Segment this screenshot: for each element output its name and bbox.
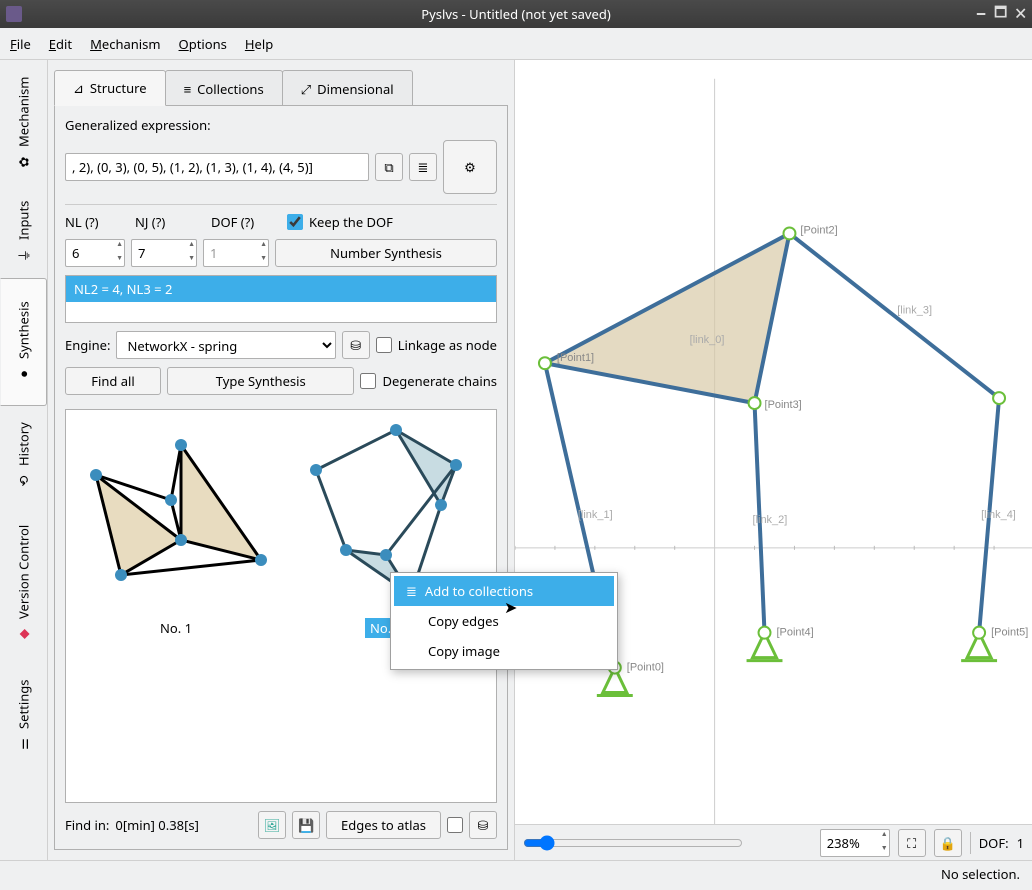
- up-icon[interactable]: ▲: [881, 831, 888, 839]
- dof-label-canvas: DOF:: [979, 834, 1009, 852]
- up-icon[interactable]: ▲: [188, 241, 195, 249]
- svg-text:[link_0]: [link_0]: [690, 334, 725, 346]
- down-icon[interactable]: ▼: [116, 255, 123, 263]
- svg-text:[link_4]: [link_4]: [981, 509, 1016, 521]
- gear-icon: ✿: [15, 157, 33, 168]
- menu-mechanism[interactable]: Mechanism: [90, 35, 160, 53]
- synthesis-panel: ⊿Structure ≡Collections ⤢Dimensional Gen…: [48, 60, 514, 860]
- save-button[interactable]: 💾: [292, 811, 320, 839]
- menu-help[interactable]: Help: [245, 35, 273, 53]
- find-in-label: Find in:: [65, 816, 109, 834]
- atlas-checkbox[interactable]: [447, 817, 463, 833]
- svg-text:[link_3]: [link_3]: [897, 304, 932, 316]
- context-copy-edges[interactable]: Copy edges: [394, 606, 614, 636]
- nj-label: NJ (?): [135, 213, 165, 231]
- degenerate-label: Degenerate chains: [382, 372, 497, 390]
- dot-icon: ●: [14, 370, 32, 378]
- context-menu: ≣Add to collections Copy edges Copy imag…: [390, 572, 618, 670]
- number-synthesis-button[interactable]: Number Synthesis: [275, 239, 497, 267]
- status-bar: No selection.: [0, 860, 1032, 886]
- nl-label: NL (?): [65, 213, 99, 231]
- svg-text:[Point2]: [Point2]: [800, 224, 837, 236]
- edges-atlas-button[interactable]: Edges to atlas: [326, 811, 441, 839]
- clock-icon: ⟲: [15, 475, 33, 486]
- result-item[interactable]: NL2 = 4, NL3 = 2: [66, 276, 496, 302]
- sidebar-tab-synthesis[interactable]: ●Synthesis: [0, 278, 47, 406]
- close-icon[interactable]: 🗙: [1015, 2, 1026, 26]
- titlebar: Pyslvs - Untitled (not yet saved) 🗕 🗖 🗙: [0, 0, 1032, 28]
- measure-icon: ⤢: [301, 80, 311, 98]
- dof-label: DOF (?): [211, 213, 254, 231]
- db2-button[interactable]: ⛁: [469, 811, 497, 839]
- thumbnail-caption: No. 1: [155, 618, 197, 638]
- stack-button[interactable]: ≣: [409, 153, 437, 181]
- svg-text:[Point3]: [Point3]: [765, 399, 802, 411]
- svg-text:[link_2]: [link_2]: [753, 514, 788, 526]
- dof-value-canvas: 1: [1017, 834, 1024, 852]
- db-button[interactable]: ⛁: [342, 331, 370, 359]
- status-text: No selection.: [941, 865, 1020, 883]
- down-icon: ▼: [260, 255, 267, 263]
- degenerate-checkbox[interactable]: [360, 373, 376, 389]
- context-add-collections[interactable]: ≣Add to collections: [394, 576, 614, 606]
- app-icon: [6, 6, 22, 22]
- up-icon: ▲: [260, 241, 267, 249]
- sidebar-tab-version[interactable]: ◆Version Control: [0, 506, 47, 661]
- find-all-button[interactable]: Find all: [65, 367, 161, 395]
- sidebar-tab-mechanism[interactable]: ✿Mechanism: [0, 60, 47, 188]
- image-button[interactable]: 🖼: [258, 811, 286, 839]
- find-in-value: 0[min] 0.38[s]: [115, 816, 199, 834]
- thumbnail-1[interactable]: No. 1: [76, 420, 276, 638]
- results-list[interactable]: NL2 = 4, NL3 = 2: [65, 275, 497, 323]
- sidebar-tabs: ✿Mechanism ⏚Inputs ●Synthesis ⟲History ◆…: [0, 60, 48, 860]
- tab-collections[interactable]: ≡Collections: [165, 70, 283, 106]
- svg-text:[Point4]: [Point4]: [776, 627, 813, 639]
- svg-text:[Point5]: [Point5]: [991, 627, 1028, 639]
- maximize-icon[interactable]: 🗖: [994, 2, 1007, 26]
- menubar: File Edit Mechanism Options Help: [0, 28, 1032, 60]
- engine-select[interactable]: NetworkX - spring: [116, 331, 335, 359]
- context-copy-image[interactable]: Copy image: [394, 636, 614, 666]
- window-title: Pyslvs - Untitled (not yet saved): [421, 5, 610, 23]
- gen-expr-input[interactable]: [65, 153, 369, 181]
- linkage-label: Linkage as node: [398, 336, 497, 354]
- sidebar-tab-inputs[interactable]: ⏚Inputs: [0, 188, 47, 278]
- type-synthesis-button[interactable]: Type Synthesis: [167, 367, 354, 395]
- engine-label: Engine:: [65, 336, 110, 354]
- lock-button[interactable]: 🔒: [934, 829, 962, 857]
- menu-edit[interactable]: Edit: [49, 35, 72, 53]
- svg-text:[Point0]: [Point0]: [627, 662, 664, 674]
- stack-icon: ≡: [184, 80, 192, 98]
- fit-button[interactable]: ⛶: [898, 829, 926, 857]
- menu-options[interactable]: Options: [179, 35, 227, 53]
- svg-text:[Point1]: [Point1]: [557, 352, 594, 364]
- zoom-input[interactable]: [820, 829, 890, 857]
- down-icon[interactable]: ▼: [881, 845, 888, 853]
- menu-file[interactable]: File: [10, 35, 31, 53]
- gear-icon: ⚙: [464, 158, 476, 176]
- up-icon[interactable]: ▲: [116, 241, 123, 249]
- sidebar-tab-settings[interactable]: ⚌Settings: [0, 661, 47, 771]
- keep-dof-checkbox[interactable]: [287, 214, 303, 230]
- tab-dimensional[interactable]: ⤢Dimensional: [282, 70, 413, 106]
- svg-text:[link_1]: [link_1]: [578, 509, 613, 521]
- down-icon[interactable]: ▼: [188, 255, 195, 263]
- zoom-slider[interactable]: [523, 835, 743, 851]
- plug-icon: ⏚: [14, 249, 33, 262]
- sliders-icon: ⚌: [15, 738, 33, 750]
- stack-icon: ≣: [406, 582, 417, 600]
- sidebar-tab-history[interactable]: ⟲History: [0, 406, 47, 506]
- diamond-icon: ◆: [15, 629, 33, 639]
- minimize-icon[interactable]: 🗕: [976, 2, 986, 26]
- canvas[interactable]: [Point1] [Point2] [Point3] [Point0] [Poi…: [514, 60, 1032, 860]
- settings-button[interactable]: ⚙: [443, 140, 497, 194]
- structure-icon: ⊿: [73, 79, 84, 97]
- linkage-checkbox[interactable]: [376, 337, 392, 353]
- keep-dof-label: Keep the DOF: [309, 213, 393, 231]
- tab-structure[interactable]: ⊿Structure: [54, 70, 166, 106]
- gen-expr-label: Generalized expression:: [65, 116, 497, 134]
- copy-button[interactable]: ⧉: [375, 153, 403, 181]
